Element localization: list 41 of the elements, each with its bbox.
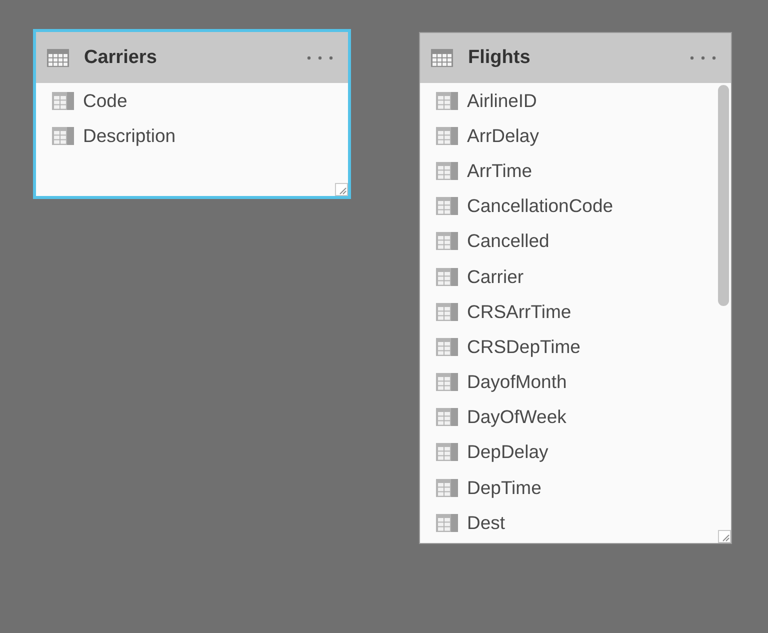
field-name[interactable]: Dest [467,512,506,534]
table-icon [47,48,69,66]
column-icon [436,268,458,286]
column-icon [52,126,74,145]
resize-grip-icon[interactable] [335,183,348,196]
table-card[interactable]: Carriers Code Description [33,29,351,199]
field-name[interactable]: DayofMonth [467,371,567,394]
column-icon [52,92,74,110]
column-icon [436,302,458,321]
column-icon [436,162,458,180]
table-title: Carriers [84,46,158,68]
field-name[interactable]: CRSArrTime [467,300,572,323]
table-icon [431,49,453,67]
scrollbar-thumb[interactable] [718,85,729,306]
table-title: Flights [468,47,532,69]
field-name[interactable]: Carrier [467,266,524,288]
resize-grip-icon[interactable] [718,530,731,543]
field-name[interactable]: Code [83,90,128,112]
more-icon[interactable] [307,56,333,60]
field-name[interactable]: Cancelled [467,230,550,252]
column-icon [436,373,458,392]
field-name[interactable]: CancellationCode [467,195,614,218]
field-name[interactable]: DayOfWeek [467,406,566,428]
column-icon [436,126,458,145]
column-icon [436,197,458,216]
field-name[interactable]: Description [83,124,176,147]
more-icon[interactable] [690,56,716,60]
column-icon [436,443,458,462]
field-name[interactable]: ArrDelay [467,124,539,147]
column-icon [436,408,458,426]
column-icon [436,92,458,110]
column-icon [436,478,458,497]
column-icon [436,514,458,532]
field-name[interactable]: AirlineID [467,90,537,112]
field-name[interactable]: DepDelay [467,441,548,464]
column-icon [436,338,458,356]
table-card[interactable]: Flights AirlineID ArrDelay ArrTime CancellationCode Cancelled Carrier CRSArrTime CRSDepTime DayofMonth DayOfWeek DepDelay DepTime Dest [419,32,732,544]
field-name[interactable]: DepTime [467,476,542,499]
column-icon [436,232,458,250]
field-name[interactable]: ArrTime [467,160,532,182]
field-name[interactable]: CRSDepTime [467,336,580,358]
